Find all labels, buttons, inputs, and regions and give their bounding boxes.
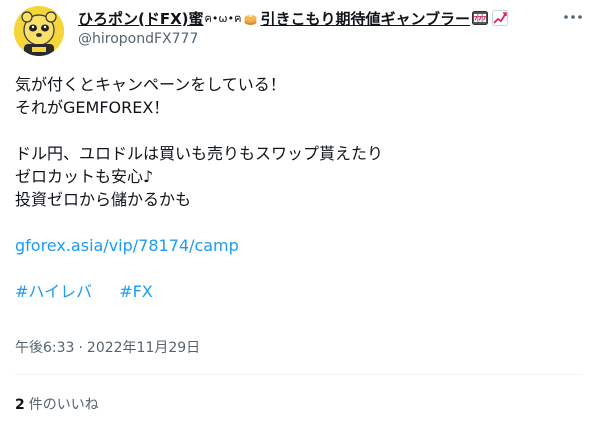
name-tagline[interactable]: 引きこもり期待値ギャンブラー [260,8,470,29]
tweet-timestamp[interactable]: 午後6:33 · 2022年11月29日 [15,337,200,357]
tweet-line: ドル円、ユロドルは買いも売りもスワップ貰えたり [15,144,384,163]
more-options-icon[interactable] [561,9,585,25]
chart-increasing-icon [492,10,509,26]
name-emoji-suffix: ฅ•ω•ฅ [204,12,242,25]
tweet-card: ひろポン(ドFX) 蜜 ฅ•ω•ฅ 引きこもり期待値ギャンブラー 7 7 7 @… [0,0,598,425]
tweet-line: それがGEMFOREX！ [15,98,170,117]
tweet-link[interactable]: gforex.asia/vip/78174/camp [15,236,239,255]
tweet-time[interactable]: 午後6:33 [15,340,74,356]
tweet-line: 投資ゼロから儲かるかも [15,190,192,209]
likes-count-link[interactable]: 2 件のいいね [15,394,99,414]
meta-separator: · [78,340,83,356]
hashtag-row: #ハイレバ #FX [15,280,575,303]
svg-text:7: 7 [482,16,486,23]
display-name-kanji[interactable]: 蜜 [189,8,204,29]
tweet-date[interactable]: 2022年11月29日 [87,340,200,356]
user-handle[interactable]: @hiropondFX777 [78,31,198,47]
user-avatar[interactable] [14,6,64,56]
likes-label: 件のいいね [28,397,99,413]
slot-machine-icon: 7 7 7 [472,11,489,25]
display-name-line[interactable]: ひろポン(ドFX) 蜜 ฅ•ω•ฅ 引きこもり期待値ギャンブラー 7 7 7 [78,8,509,29]
tweet-text: 気が付くとキャンペーンをしている！ それがGEMFOREX！ ドル円、ユロドルは… [15,73,575,303]
hashtag-link[interactable]: #FX [119,282,153,301]
likes-count: 2 [15,397,25,413]
divider [15,374,583,375]
tweet-line: 気が付くとキャンペーンをしている！ [15,75,286,94]
display-name[interactable]: ひろポン(ドFX) [78,8,189,29]
hashtag-link[interactable]: #ハイレバ [15,282,92,301]
tweet-line: ゼロカットも安心♪ [15,167,154,186]
pancake-icon [244,12,257,25]
